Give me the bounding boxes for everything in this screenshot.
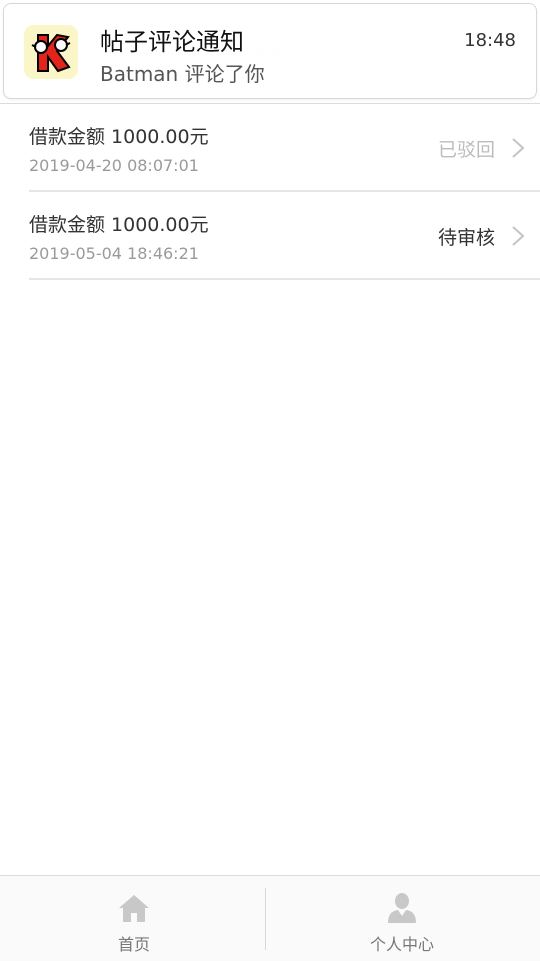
notification-time: 18:48 [464,30,516,51]
user-icon [388,893,416,923]
loan-status: 已驳回 [437,139,495,161]
loan-status: 待审核 [437,227,495,249]
tab-profile-label: 个人中心 [369,935,434,954]
chevron-right-icon [512,226,525,246]
loan-date: 2019-04-20 08:07:01 [29,156,199,175]
tab-profile[interactable]: 个人中心 [268,876,536,961]
loan-record-row[interactable]: 借款金额 1000.00元 2019-04-20 08:07:01 已驳回 [29,104,540,192]
loan-record-row[interactable]: 借款金额 1000.00元 2019-05-04 18:46:21 待审核 [29,192,540,280]
loan-amount: 借款金额 1000.00元 [29,214,209,236]
home-icon [119,895,149,922]
chevron-right-icon [512,138,525,158]
loan-record-list: 借款金额 1000.00元 2019-04-20 08:07:01 已驳回 借款… [29,104,540,280]
loan-amount: 借款金额 1000.00元 [29,126,209,148]
notification-message: Batman 评论了你 [100,62,265,86]
bottom-tab-bar: 首页 个人中心 [0,875,540,961]
tab-home-label: 首页 [117,935,150,954]
tab-home[interactable]: 首页 [0,876,268,961]
tab-divider [265,888,266,950]
notification-title: 帖子评论通知 [100,28,244,56]
notification-banner[interactable]: 帖子评论通知 Batman 评论了你 18:48 [3,3,537,99]
app-logo-icon [24,25,78,79]
loan-date: 2019-05-04 18:46:21 [29,244,199,263]
